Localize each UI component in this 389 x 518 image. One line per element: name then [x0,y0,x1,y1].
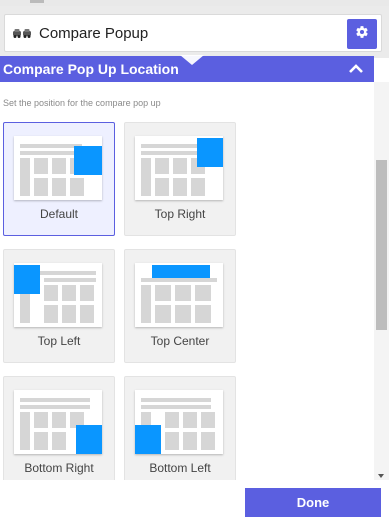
layout-thumbnail-top-left [14,263,102,327]
section-notch [180,55,204,65]
section-header-location[interactable]: Compare Pop Up Location [0,55,374,82]
footer: Done [0,480,389,518]
option-label: Bottom Left [149,461,211,475]
layout-thumbnail-top-center [135,263,223,327]
scrollbar-thumb[interactable] [376,160,387,330]
layout-thumbnail-top-right [135,136,223,200]
header-panel: Compare Popup [4,14,382,52]
layout-thumbnail-bottom-right [14,390,102,454]
option-label: Top Center [150,334,210,348]
layout-thumbnail-bottom-left [135,390,223,454]
done-button[interactable]: Done [245,488,381,517]
option-label: Top Right [154,207,206,221]
options-scroll-area: Set the position for the compare pop up … [0,82,374,480]
option-label: Top Left [37,334,81,348]
layout-thumbnail-default [14,136,102,200]
option-label: Bottom Right [24,461,94,475]
option-top-right[interactable]: Top Right [124,122,236,236]
top-frame-nub [30,0,44,3]
option-top-center[interactable]: Top Center [124,249,236,363]
settings-button[interactable] [347,19,377,49]
gear-icon [355,25,369,44]
option-default[interactable]: Default [3,122,115,236]
header-bar: Compare Popup [0,6,389,58]
chevron-up-icon[interactable] [348,62,364,76]
compare-cars-icon [11,22,33,44]
option-bottom-right[interactable]: Bottom Right [3,376,115,480]
option-top-left[interactable]: Top Left [3,249,115,363]
vertical-scrollbar[interactable] [374,82,389,480]
section-title: Compare Pop Up Location [3,61,179,77]
help-text: Set the position for the compare pop up [3,98,161,108]
option-bottom-left[interactable]: Bottom Left [124,376,236,480]
page-title: Compare Popup [39,24,149,42]
scroll-down-arrow-icon[interactable] [378,474,384,478]
option-label: Default [39,207,79,221]
